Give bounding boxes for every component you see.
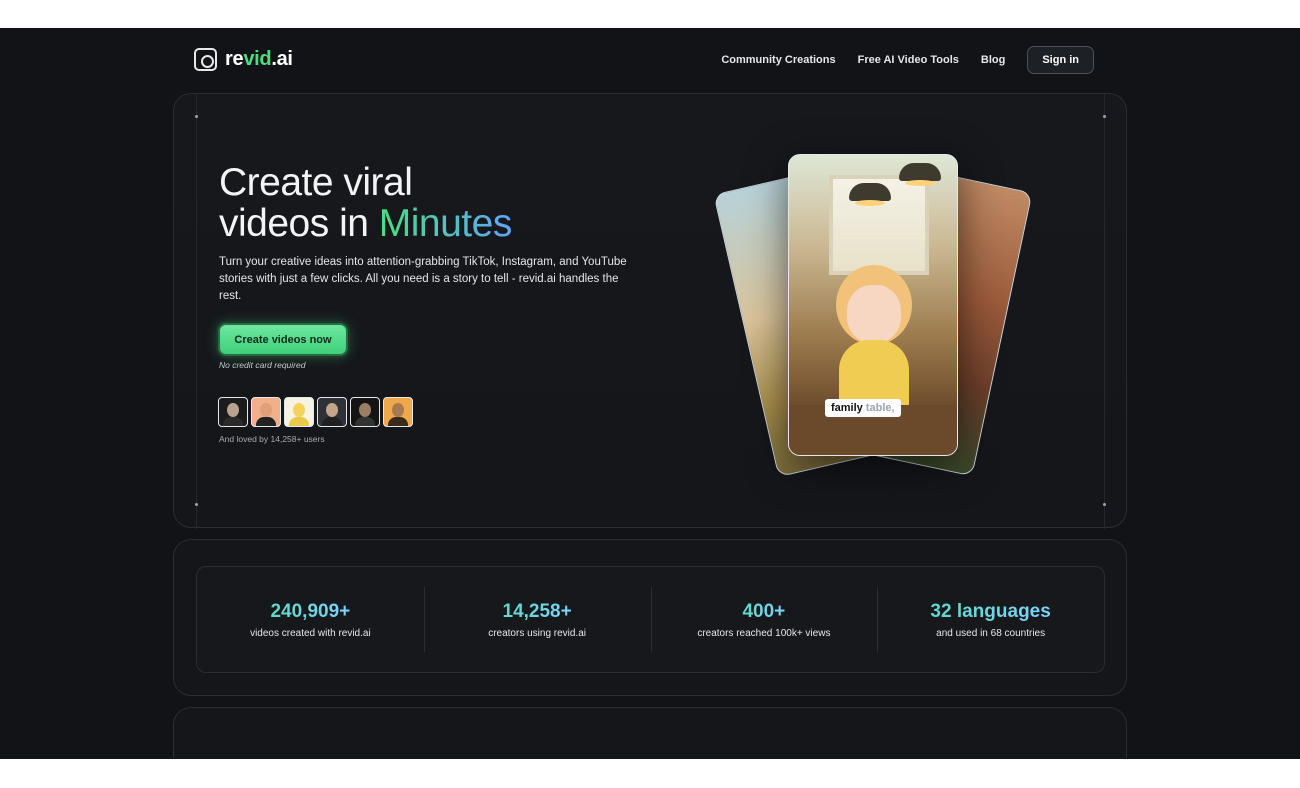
nav-link-community-creations[interactable]: Community Creations <box>721 54 835 66</box>
corner-dot <box>195 503 198 506</box>
stat-label: creators reached 100k+ views <box>697 627 831 639</box>
nav-link-free-ai-video-tools[interactable]: Free AI Video Tools <box>858 54 959 66</box>
nav-links: Community Creations Free AI Video Tools … <box>721 46 1094 74</box>
camera-logo-icon <box>194 48 217 71</box>
stat-value: 400+ <box>742 600 786 622</box>
video-card-main[interactable]: family table, <box>788 154 958 456</box>
avatar <box>317 397 347 427</box>
create-videos-button[interactable]: Create videos now <box>218 323 348 356</box>
guide-line <box>1104 94 1105 529</box>
sign-in-button[interactable]: Sign in <box>1027 46 1094 74</box>
next-section-card <box>173 707 1127 759</box>
stat-label: and used in 68 countries <box>936 627 1046 639</box>
avatar <box>383 397 413 427</box>
social-proof-text: And loved by 14,258+ users <box>219 434 325 444</box>
guide-line <box>196 94 197 529</box>
headline-line-2: videos in <box>219 202 379 245</box>
hero-subtext: Turn your creative ideas into attention-… <box>219 256 627 302</box>
logo[interactable]: revid.ai <box>194 48 293 71</box>
avatar <box>251 397 281 427</box>
corner-dot <box>195 115 198 118</box>
stat-label: creators using revid.ai <box>488 627 587 639</box>
no-credit-card-note: No credit card required <box>219 360 306 370</box>
stats-panel: 240,909+ videos created with revid.ai 14… <box>196 566 1105 673</box>
stat-value: 32 languages <box>930 600 1051 622</box>
hero-section: Create viral videos in Minutes Turn your… <box>173 93 1127 529</box>
user-avatars <box>218 397 413 427</box>
top-nav: revid.ai Community Creations Free AI Vid… <box>194 46 1094 76</box>
corner-dot <box>1103 503 1106 506</box>
avatar <box>350 397 380 427</box>
stat-value: 240,909+ <box>270 600 351 622</box>
logo-text: revid.ai <box>225 48 293 70</box>
headline-line-1: Create viral <box>219 161 413 204</box>
stats-section: 240,909+ videos created with revid.ai 14… <box>173 539 1127 696</box>
stat-videos-created: 240,909+ videos created with revid.ai <box>197 567 424 672</box>
stat-100k-views: 400+ creators reached 100k+ views <box>650 567 878 672</box>
stat-label: videos created with revid.ai <box>250 627 371 639</box>
corner-dot <box>1103 115 1106 118</box>
headline-accent: Minutes <box>378 202 513 245</box>
video-preview-stack: family table, <box>704 144 1034 484</box>
nav-link-blog[interactable]: Blog <box>981 54 1005 66</box>
girl-face-illustration <box>847 285 901 343</box>
avatar <box>284 397 314 427</box>
avatar <box>218 397 248 427</box>
video-caption: family table, <box>825 399 901 417</box>
stat-creators: 14,258+ creators using revid.ai <box>423 567 651 672</box>
stat-value: 14,258+ <box>502 600 572 622</box>
hero-headline: Create viral videos in Minutes <box>219 162 512 244</box>
lamp-illustration <box>849 183 891 206</box>
stat-languages: 32 languages and used in 68 countries <box>877 567 1104 672</box>
lamp-illustration <box>899 163 941 186</box>
page: revid.ai Community Creations Free AI Vid… <box>0 28 1300 759</box>
